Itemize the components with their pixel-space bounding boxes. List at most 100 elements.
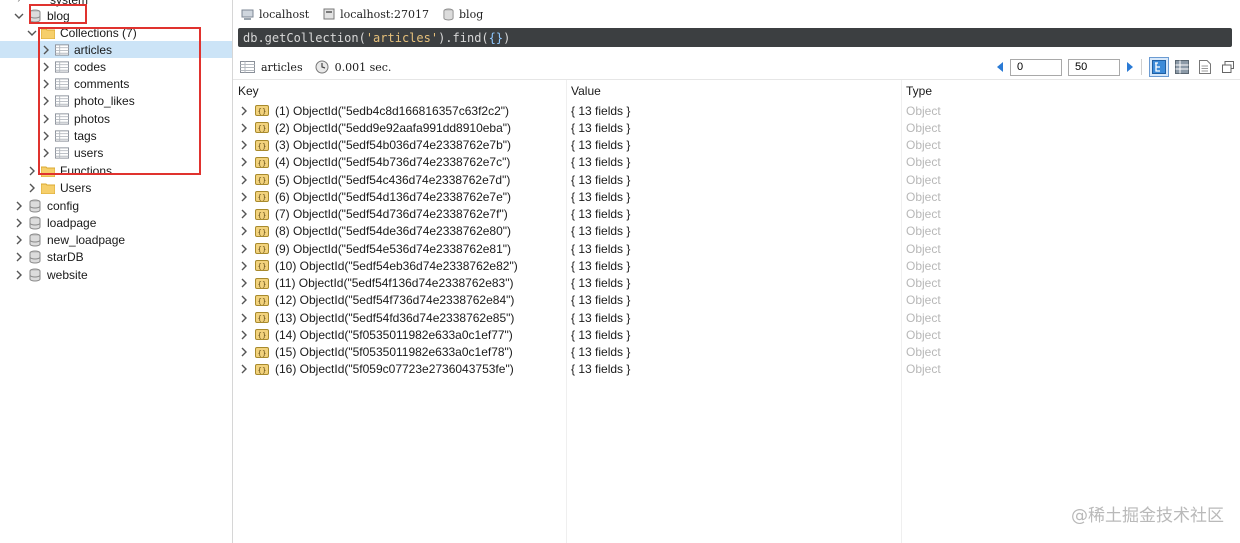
chevron-right-icon[interactable]: [41, 147, 51, 159]
tree-item-database[interactable]: new_loadpage: [0, 232, 232, 249]
row-value: { 13 fields }: [571, 362, 631, 377]
tree-item-database[interactable]: starDB: [0, 249, 232, 266]
tree-item-database[interactable]: loadpage: [0, 214, 232, 231]
expand-icon[interactable]: [239, 364, 249, 374]
svg-text:{}: {}: [258, 125, 267, 133]
chevron-right-icon[interactable]: [41, 78, 51, 90]
chevron-right-icon[interactable]: [27, 182, 37, 194]
expand-icon[interactable]: [239, 261, 249, 271]
svg-text:{}: {}: [258, 263, 267, 271]
table-row[interactable]: {} (15) ObjectId("5f0535011982e633a0c1ef7…: [233, 344, 1240, 361]
row-type: Object: [906, 310, 941, 325]
expand-icon[interactable]: [239, 106, 249, 116]
limit-input[interactable]: [1068, 58, 1120, 76]
breadcrumb-db: blog: [443, 8, 483, 21]
tree-label: photo_likes: [74, 94, 135, 109]
row-key: (6) ObjectId("5edf54d136d74e2338762e7e"): [275, 189, 512, 204]
svg-text:{}: {}: [258, 366, 267, 374]
chevron-right-icon[interactable]: [41, 61, 51, 73]
tree-item-collection[interactable]: articles: [0, 41, 232, 58]
table-row[interactable]: {} (11) ObjectId("5edf54f136d74e2338762e8…: [233, 275, 1240, 292]
page-prev-icon[interactable]: [993, 60, 1007, 74]
tree-label: photos: [74, 111, 111, 126]
chevron-right-icon[interactable]: [41, 130, 51, 142]
tree-item-collections[interactable]: Collections (7): [0, 24, 232, 41]
table-row[interactable]: {} (10) ObjectId("5edf54eb36d74e2338762e8…: [233, 257, 1240, 274]
table-row[interactable]: {} (16) ObjectId("5f059c07723e2736043753f…: [233, 361, 1240, 378]
expand-icon[interactable]: [239, 123, 249, 133]
expand-icon[interactable]: [239, 140, 249, 150]
column-header-key[interactable]: Key: [238, 84, 259, 98]
text-view-icon[interactable]: [1195, 57, 1215, 77]
expand-icon[interactable]: [239, 313, 249, 323]
chevron-right-icon[interactable]: [41, 113, 51, 125]
column-header-value[interactable]: Value: [571, 84, 601, 98]
chevron-down-icon[interactable]: [27, 27, 37, 39]
folder-icon: [41, 26, 55, 40]
table-row[interactable]: {} (2) ObjectId("5edd9e92aafa991dd8910eba…: [233, 119, 1240, 136]
table-row[interactable]: {} (14) ObjectId("5f0535011982e633a0c1ef7…: [233, 326, 1240, 343]
chevron-right-icon[interactable]: [41, 95, 51, 107]
table-row[interactable]: {} (12) ObjectId("5edf54f736d74e2338762e8…: [233, 292, 1240, 309]
expand-icon[interactable]: [239, 192, 249, 202]
table-row[interactable]: {} (4) ObjectId("5edf54b736d74e2338762e7c…: [233, 154, 1240, 171]
table-row[interactable]: {} (3) ObjectId("5edf54b036d74e2338762e7b…: [233, 137, 1240, 154]
chevron-right-icon[interactable]: [27, 165, 37, 177]
expand-icon[interactable]: [239, 244, 249, 254]
collection-icon: [55, 129, 69, 143]
row-type: Object: [906, 276, 941, 290]
row-type: Object: [906, 172, 941, 187]
row-key: (1) ObjectId("5edb4c8d166816357c63f2c2"): [275, 103, 510, 118]
column-header-type[interactable]: Type: [906, 84, 932, 98]
expand-icon[interactable]: [239, 278, 249, 288]
chevron-right-icon[interactable]: [14, 269, 24, 281]
toolbar-divider: [1141, 59, 1142, 75]
tree-item-database[interactable]: website: [0, 266, 232, 283]
chevron-right-icon[interactable]: [41, 44, 51, 56]
table-row[interactable]: {} (9) ObjectId("5edf54e536d74e2338762e81…: [233, 240, 1240, 257]
table-view-icon[interactable]: [1172, 57, 1192, 77]
tree-view-icon[interactable]: [1149, 57, 1169, 77]
tree-item-collection[interactable]: codes: [0, 58, 232, 75]
row-value: { 13 fields }: [571, 207, 631, 221]
chevron-right-icon[interactable]: [14, 251, 24, 263]
chevron-right-icon[interactable]: ›: [14, 0, 24, 6]
tree-item-functions[interactable]: Functions: [0, 162, 232, 179]
chevron-right-icon[interactable]: [14, 200, 24, 212]
page-next-icon[interactable]: [1123, 60, 1137, 74]
query-editor[interactable]: db.getCollection('articles').find({}): [238, 28, 1232, 47]
expand-icon[interactable]: [239, 226, 249, 236]
tree-item-database[interactable]: config: [0, 197, 232, 214]
tree-item-collection[interactable]: comments: [0, 76, 232, 93]
database-icon: [28, 199, 42, 213]
maximize-icon[interactable]: [1218, 57, 1238, 77]
expand-icon[interactable]: [239, 347, 249, 357]
tree-item-users-folder[interactable]: Users: [0, 179, 232, 196]
tree-item-blog[interactable]: blog: [0, 7, 232, 24]
chevron-right-icon[interactable]: [14, 217, 24, 229]
tree-item-collection[interactable]: photo_likes: [0, 93, 232, 110]
expand-icon[interactable]: [239, 175, 249, 185]
database-icon: [443, 8, 454, 21]
tree-item-collection[interactable]: users: [0, 145, 232, 162]
expand-icon[interactable]: [239, 330, 249, 340]
expand-icon[interactable]: [239, 295, 249, 305]
table-row[interactable]: {} (8) ObjectId("5edf54de36d74e2338762e80…: [233, 223, 1240, 240]
table-row[interactable]: {} (5) ObjectId("5edf54c436d74e2338762e7d…: [233, 171, 1240, 188]
document-icon: {}: [255, 260, 269, 272]
chevron-right-icon[interactable]: [14, 234, 24, 246]
tree-item-collection[interactable]: tags: [0, 128, 232, 145]
svg-text:{}: {}: [258, 280, 267, 288]
table-row[interactable]: {} (7) ObjectId("5edf54d736d74e2338762e7f…: [233, 206, 1240, 223]
document-icon: {}: [255, 294, 269, 306]
tree-item-collection[interactable]: photos: [0, 110, 232, 127]
pager: [993, 56, 1240, 78]
table-row[interactable]: {} (1) ObjectId("5edb4c8d166816357c63f2c2…: [233, 102, 1240, 119]
expand-icon[interactable]: [239, 209, 249, 219]
row-key: (12) ObjectId("5edf54f736d74e2338762e84"…: [275, 293, 515, 308]
expand-icon[interactable]: [239, 157, 249, 167]
skip-input[interactable]: [1010, 58, 1062, 76]
chevron-down-icon[interactable]: [14, 10, 24, 22]
table-row[interactable]: {} (6) ObjectId("5edf54d136d74e2338762e7e…: [233, 188, 1240, 205]
table-row[interactable]: {} (13) ObjectId("5edf54fd36d74e2338762e8…: [233, 309, 1240, 326]
